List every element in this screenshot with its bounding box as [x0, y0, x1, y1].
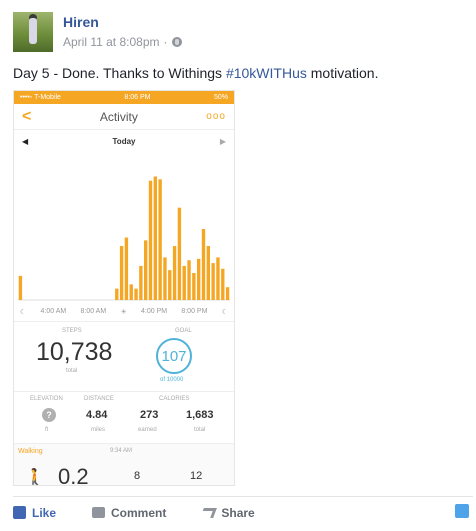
moon-icon: ☾ — [221, 308, 228, 316]
metrics-row: ELEVATION ? ft DISTANCE 4.84 miles CALOR… — [14, 392, 234, 444]
next-day-icon: ▶ — [219, 136, 226, 146]
metric-value: 273 — [140, 409, 159, 421]
time-label: 8:00 AM — [80, 308, 107, 315]
sun-icon: ☀ — [120, 308, 127, 316]
chart-bar — [144, 240, 148, 300]
post-timestamp[interactable]: April 11 at 8:08pm — [63, 35, 160, 49]
like-label: Like — [32, 505, 57, 520]
chart-bar — [153, 176, 157, 300]
share-icon — [200, 507, 218, 518]
comment-label: Comment — [111, 505, 167, 520]
phone-status-bar: ••••◦ T-Mobile 8:06 PM 50% — [14, 91, 234, 104]
status-time: 8:06 PM — [124, 94, 151, 101]
walking-value: 0.2 — [58, 464, 89, 486]
more-icon: ooo — [206, 111, 226, 122]
metric-value: 4.84 — [86, 409, 108, 421]
post-meta: April 11 at 8:08pm · — [63, 35, 182, 49]
share-button[interactable]: Share — [200, 505, 255, 520]
walking-entry: Walking 9:34 AM 🚶 0.2 8 12 — [14, 444, 234, 486]
reactions-icon[interactable] — [455, 504, 469, 518]
hashtag-link[interactable]: #10kWITHus — [226, 65, 307, 81]
chart-bar — [134, 288, 138, 300]
chart-bar — [216, 257, 220, 300]
walking-right-value: 12 — [190, 470, 203, 482]
chart-bar — [18, 275, 23, 300]
chart-bar — [206, 246, 210, 300]
activity-bar-chart — [18, 176, 230, 301]
day-label: Today — [112, 136, 136, 146]
prev-day-icon: ◀ — [22, 136, 29, 146]
metric-sub: total — [194, 427, 206, 433]
chart-bar — [115, 288, 119, 300]
comment-icon — [92, 507, 106, 518]
goal-value: 107 — [161, 347, 187, 365]
app-nav-bar: < Activity ooo — [14, 104, 234, 130]
post-text-before: Day 5 - Done. Thanks to Withings — [13, 65, 226, 81]
chart-bar — [168, 270, 172, 300]
walking-mid-value: 8 — [134, 470, 141, 482]
chart-bar — [124, 237, 129, 300]
chart-bar — [139, 265, 143, 300]
chart-bar — [182, 265, 186, 300]
time-label: 8:00 PM — [181, 308, 208, 315]
metric-sub: miles — [91, 427, 106, 433]
chart-bar — [172, 246, 177, 300]
chart-bar — [201, 229, 206, 300]
author-avatar[interactable] — [13, 12, 53, 52]
question-icon: ? — [42, 408, 56, 422]
time-axis: ☾ 4:00 AM 8:00 AM ☀ 4:00 PM 8:00 PM ☾ — [14, 302, 234, 322]
attached-screenshot[interactable]: ••••◦ T-Mobile 8:06 PM 50% < Activity oo… — [13, 90, 235, 486]
thumbs-up-icon — [13, 506, 26, 519]
chart-bar — [187, 260, 191, 300]
chart-bar — [129, 284, 133, 300]
chart-bar — [211, 263, 215, 300]
app-title: Activity — [99, 109, 138, 124]
metric-label: ELEVATION — [30, 396, 63, 402]
chart-bar — [197, 258, 201, 300]
chart-bar — [119, 246, 124, 300]
metric-sub: ft — [45, 427, 49, 433]
metric-label: DISTANCE — [84, 396, 114, 402]
post-text-after: motivation. — [306, 65, 379, 81]
moon-icon: ☾ — [20, 308, 27, 316]
chart-bar — [177, 207, 182, 300]
time-label: 4:00 PM — [141, 308, 168, 315]
time-label: 4:00 AM — [40, 308, 67, 315]
chart-bar — [225, 287, 230, 300]
goal-label: GOAL — [175, 328, 192, 334]
meta-separator: · — [163, 35, 168, 49]
steps-sub: total — [66, 368, 78, 374]
steps-value: 10,738 — [36, 338, 113, 366]
goal-ring: 107 — [156, 338, 192, 374]
share-label: Share — [221, 505, 255, 520]
status-battery: 50% — [213, 94, 228, 101]
day-selector: ◀ Today ▶ — [14, 130, 234, 152]
chart-bar — [148, 180, 153, 300]
comment-button[interactable]: Comment — [92, 506, 166, 520]
status-carrier: ••••◦ T-Mobile — [20, 94, 61, 101]
like-button[interactable]: Like — [13, 506, 56, 520]
walking-person-icon: 🚶 — [24, 468, 47, 486]
walking-label: Walking — [18, 448, 43, 455]
author-name[interactable]: Hiren — [63, 14, 99, 30]
metric-value: 1,683 — [186, 409, 214, 421]
chart-bar — [221, 268, 225, 300]
metric-sub: earned — [138, 427, 157, 433]
avatar-figure — [29, 18, 37, 44]
steps-label: STEPS — [62, 328, 82, 334]
chart-bar — [163, 257, 167, 300]
back-icon: < — [22, 107, 32, 125]
post-text: Day 5 - Done. Thanks to Withings #10kWIT… — [13, 65, 378, 81]
goal-sub: of 10000 — [160, 377, 184, 383]
steps-summary: STEPS 10,738 total GOAL 107 of 10000 — [14, 322, 234, 392]
chart-bar — [158, 179, 162, 300]
walking-time: 9:34 AM — [110, 448, 133, 454]
chart-bar — [192, 273, 196, 300]
metric-label: CALORIES — [159, 396, 190, 402]
post-action-bar: Like Comment Share — [13, 496, 473, 528]
globe-icon — [171, 37, 182, 47]
